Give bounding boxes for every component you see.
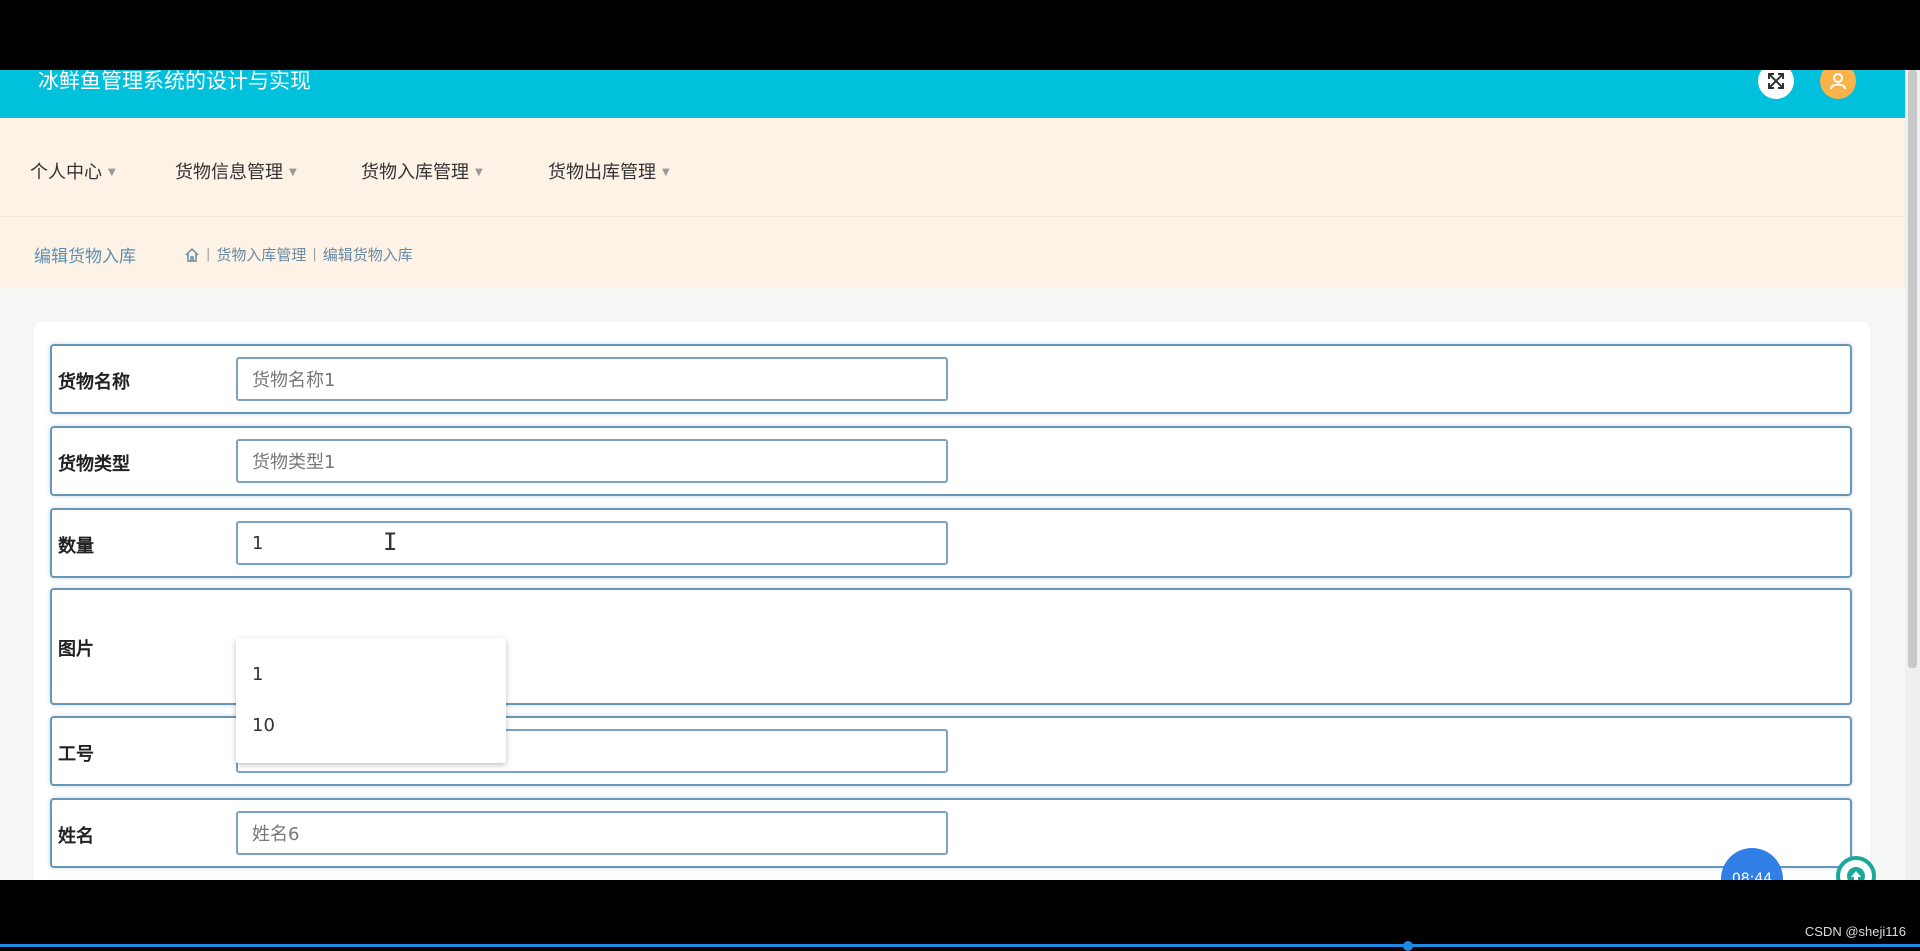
breadcrumb-separator: | [206, 247, 211, 262]
goods-name-input[interactable] [236, 357, 948, 401]
home-icon[interactable] [184, 247, 200, 263]
video-letterbox-bottom [0, 880, 1920, 950]
form-label: 货物类型 [58, 454, 130, 475]
form-label: 姓名 [58, 826, 94, 847]
nav-item-label: 货物信息管理 [175, 162, 283, 183]
nav-item-personal-center[interactable]: 个人中心 ▼ [30, 158, 116, 184]
app-header: 冰鲜鱼管理系统的设计与实现 [0, 70, 1905, 118]
breadcrumb: | 货物入库管理 | 编辑货物入库 [184, 244, 413, 265]
form-label: 图片 [58, 639, 94, 660]
top-nav: 个人中心 ▼ 货物信息管理 ▼ 货物入库管理 ▼ 货物出库管理 ▼ [0, 118, 1905, 216]
app-window: 冰鲜鱼管理系统的设计与实现 个人中心 ▼ 货物信息管理 ▼ 货物入库管理 ▼ 货物出库… [0, 70, 1905, 880]
app-title: 冰鲜鱼管理系统的设计与实现 [38, 70, 311, 93]
caret-down-icon: ▼ [662, 167, 670, 178]
arrow-up-icon [1847, 867, 1865, 880]
form-label: 货物名称 [58, 372, 130, 393]
caret-down-icon: ▼ [108, 167, 116, 178]
vertical-scrollbar[interactable] [1905, 70, 1920, 880]
nav-item-label: 货物入库管理 [361, 162, 469, 183]
name-input[interactable] [236, 811, 948, 855]
watermark: CSDN @sheji116 [1804, 924, 1906, 939]
video-letterbox-top [0, 0, 1920, 70]
breadcrumb-link-inbound[interactable]: 货物入库管理 [216, 244, 306, 265]
autocomplete-option[interactable]: 10 [252, 715, 275, 736]
autocomplete-dropdown: 1 10 [236, 638, 506, 763]
goods-type-input[interactable] [236, 439, 948, 483]
form-row-quantity: 数量 [50, 508, 1852, 578]
autocomplete-option[interactable]: 1 [252, 664, 263, 685]
breadcrumb-bar: 编辑货物入库 | 货物入库管理 | 编辑货物入库 [0, 217, 1905, 287]
video-progress-bar[interactable] [0, 944, 1920, 947]
quantity-input[interactable] [236, 521, 948, 565]
caret-down-icon: ▼ [475, 167, 483, 178]
nav-item-label: 货物出库管理 [548, 162, 656, 183]
form-row-goods-type: 货物类型 [50, 426, 1852, 496]
nav-item-goods-info[interactable]: 货物信息管理 ▼ [175, 158, 297, 184]
fullscreen-exit-icon [1768, 73, 1784, 89]
text-cursor-icon: I [383, 528, 398, 556]
nav-item-goods-outbound[interactable]: 货物出库管理 ▼ [548, 158, 670, 184]
breadcrumb-current: 编辑货物入库 [322, 246, 413, 264]
form-row-name: 姓名 [50, 798, 1852, 868]
page-title: 编辑货物入库 [34, 247, 136, 267]
nav-item-goods-inbound[interactable]: 货物入库管理 ▼ [361, 158, 483, 184]
form-label: 数量 [58, 536, 94, 557]
caret-down-icon: ▼ [289, 167, 297, 178]
scrollbar-thumb[interactable] [1908, 70, 1917, 668]
nav-item-label: 个人中心 [30, 162, 102, 183]
fullscreen-toggle-button[interactable] [1758, 70, 1794, 99]
user-avatar-icon [1830, 73, 1846, 90]
form-row-goods-name: 货物名称 [50, 344, 1852, 414]
form-label: 工号 [58, 744, 94, 765]
clock-label: 08:44 [1731, 871, 1773, 880]
breadcrumb-separator: | [312, 247, 317, 262]
user-avatar-button[interactable] [1820, 70, 1856, 99]
